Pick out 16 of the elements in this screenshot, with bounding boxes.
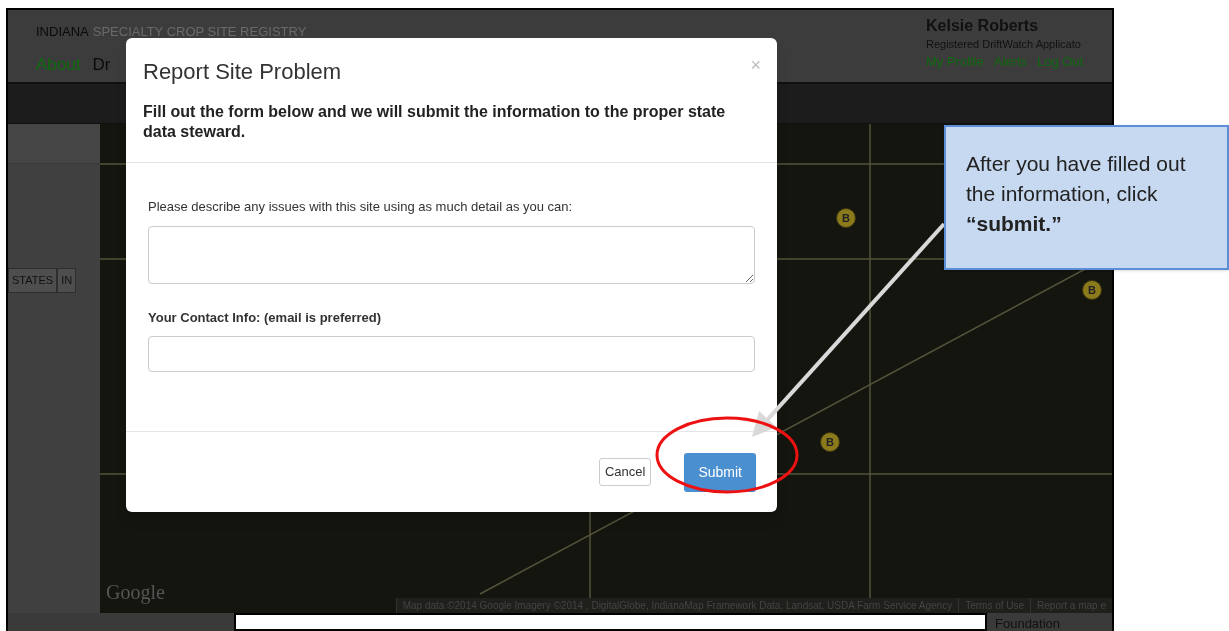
- state-toggle[interactable]: IN: [57, 268, 77, 293]
- map-marker[interactable]: B: [1082, 280, 1102, 300]
- dialog-subtitle: Fill out the form below and we will submit the information to the proper state data steward.: [143, 102, 727, 142]
- state-toggle[interactable]: STATES: [8, 268, 58, 293]
- close-button[interactable]: ×: [750, 52, 761, 79]
- submit-button[interactable]: Submit: [684, 452, 756, 492]
- field-label: Please describe any issues with this site using as much detail as you can:: [148, 198, 574, 216]
- dialog-title: Report Site Problem: [143, 58, 342, 86]
- contact-field[interactable]: [148, 336, 755, 372]
- map-logo: Google: [106, 580, 165, 606]
- cancel-button[interactable]: Cancel: [598, 458, 652, 486]
- map-marker[interactable]: B: [836, 208, 856, 228]
- field-label: Your Contact Info: (email is preferred): [148, 308, 383, 327]
- callout-note: After you have filled out the information, click “submit.”: [944, 125, 1229, 270]
- description-field[interactable]: [148, 225, 755, 284]
- map-marker[interactable]: B: [820, 432, 840, 452]
